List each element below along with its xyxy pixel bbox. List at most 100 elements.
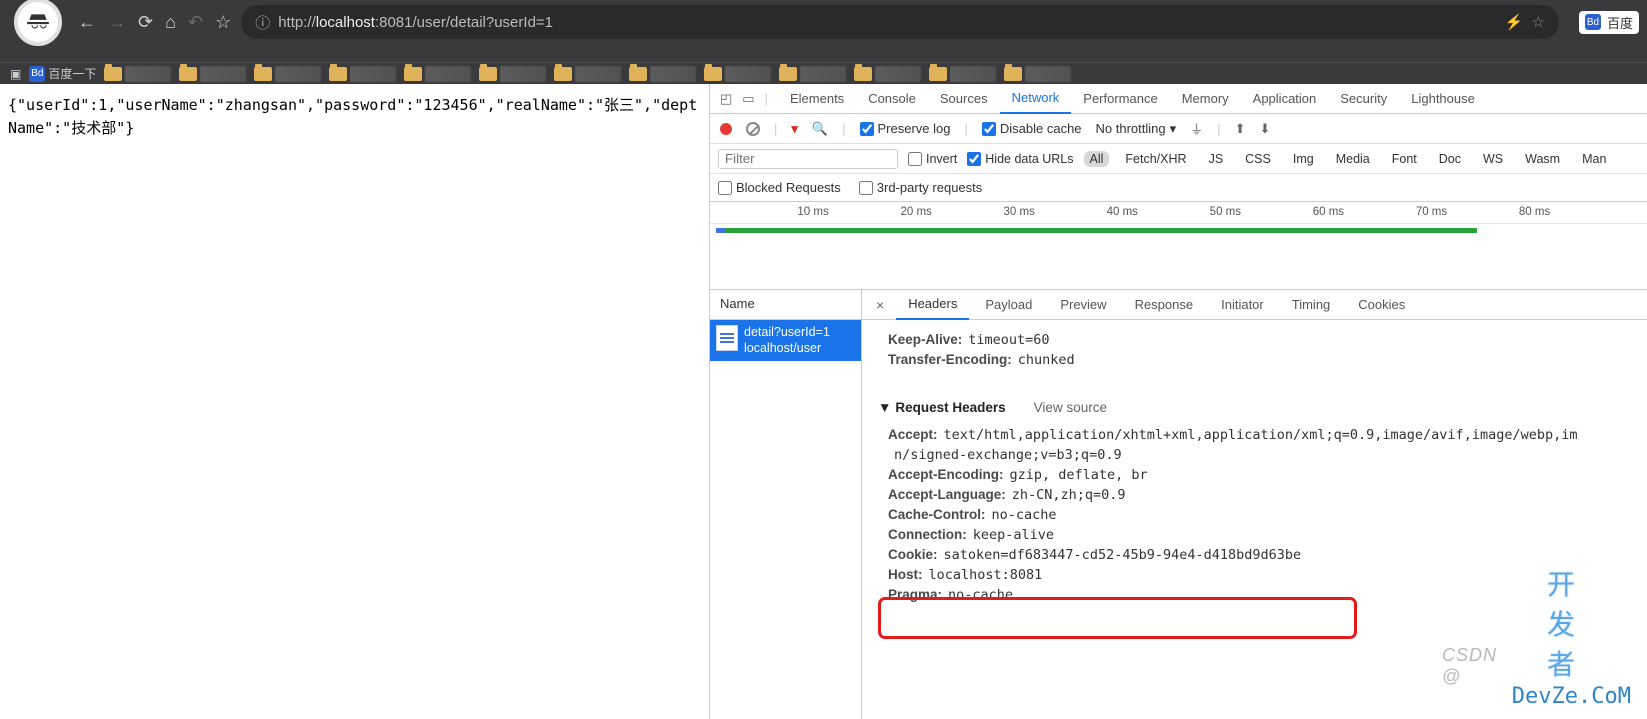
bookmark-star-icon[interactable]: ☆ — [215, 12, 231, 33]
search-icon[interactable]: 🔍 — [812, 121, 828, 137]
req-header-accept: Accept:text/html,application/xhtml+xml,a… — [888, 427, 1631, 443]
forward-button[interactable]: → — [108, 12, 126, 33]
search-engine-label: 百度 — [1607, 13, 1633, 32]
filter-type-ws[interactable]: WS — [1477, 151, 1509, 167]
waterfall-overview[interactable]: 10 ms 20 ms 30 ms 40 ms 50 ms 60 ms 70 m… — [710, 202, 1647, 290]
req-header-cookie: Cookie:satoken=df683447-cd52-45b9-94e4-d… — [888, 547, 1631, 563]
bookmark-folder-1[interactable] — [104, 66, 171, 82]
filter-toggle-icon[interactable]: ▾ — [791, 121, 798, 137]
reload-button[interactable]: ⟳ — [138, 12, 153, 33]
bookmark-folder-7[interactable] — [554, 66, 621, 82]
preserve-log-checkbox[interactable]: Preserve log — [860, 121, 951, 136]
filter-type-manifest[interactable]: Man — [1576, 151, 1612, 167]
url-input[interactable]: ⓘ http://localhost:8081/user/detail?user… — [241, 5, 1559, 39]
dtab-preview[interactable]: Preview — [1048, 297, 1118, 312]
star-outline-icon[interactable]: ☆ — [1532, 13, 1545, 31]
filter-type-wasm[interactable]: Wasm — [1519, 151, 1566, 167]
req-header-accept-cont: n/signed-exchange;v=b3;q=0.9 — [888, 447, 1631, 463]
main-content-row: {"userId":1,"userName":"zhangsan","passw… — [0, 84, 1647, 719]
dtab-payload[interactable]: Payload — [973, 297, 1044, 312]
tab-console[interactable]: Console — [856, 91, 928, 106]
bookmark-folder-4[interactable] — [329, 66, 396, 82]
folder-icon — [1004, 67, 1022, 81]
request-headers-section[interactable]: ▼ Request Headers — [878, 400, 1006, 415]
request-origin: localhost/user — [744, 341, 830, 357]
dtab-headers[interactable]: Headers — [896, 290, 969, 320]
record-button[interactable] — [720, 123, 732, 135]
close-details-button[interactable]: × — [868, 297, 892, 313]
devtools-panel: ◰ ▭ | Elements Console Sources Network P… — [709, 84, 1647, 719]
folder-icon — [704, 67, 722, 81]
dtab-timing[interactable]: Timing — [1280, 297, 1343, 312]
headers-body[interactable]: Keep-Alive:timeout=60 Transfer-Encoding:… — [862, 320, 1647, 719]
request-row-selected[interactable]: detail?userId=1localhost/user — [710, 320, 861, 361]
filter-type-all[interactable]: All — [1084, 151, 1110, 167]
profile-avatar[interactable] — [14, 0, 62, 46]
upload-icon[interactable]: ⬆ — [1235, 121, 1246, 137]
bookmark-folder-5[interactable] — [404, 66, 471, 82]
filter-type-js[interactable]: JS — [1203, 151, 1230, 167]
filter-type-css[interactable]: CSS — [1239, 151, 1277, 167]
filter-type-doc[interactable]: Doc — [1433, 151, 1467, 167]
flash-icon[interactable]: ⚡ — [1505, 13, 1524, 31]
tab-application[interactable]: Application — [1241, 91, 1329, 106]
site-info-icon[interactable]: ⓘ — [255, 12, 270, 33]
folder-icon — [104, 67, 122, 81]
search-engine-chip[interactable]: Bd 百度 — [1579, 11, 1639, 34]
browser-chrome: ← → ⟳ ⌂ ↶ ☆ ⓘ http://localhost:8081/user… — [0, 0, 1647, 62]
tab-performance[interactable]: Performance — [1071, 91, 1169, 106]
back-button[interactable]: ← — [78, 12, 96, 33]
wifi-icon[interactable]: ⏚ — [1190, 119, 1203, 138]
bookmark-folder-9[interactable] — [704, 66, 771, 82]
filter-input[interactable] — [718, 149, 898, 169]
bookmark-folder-8[interactable] — [629, 66, 696, 82]
tab-network[interactable]: Network — [1000, 84, 1072, 114]
dtab-response[interactable]: Response — [1123, 297, 1206, 312]
filter-type-media[interactable]: Media — [1330, 151, 1376, 167]
home-button[interactable]: ⌂ — [165, 12, 176, 33]
bookmark-folder-11[interactable] — [854, 66, 921, 82]
tab-security[interactable]: Security — [1328, 91, 1399, 106]
document-icon — [716, 325, 738, 351]
throttle-select[interactable]: No throttling ▾ — [1096, 121, 1177, 137]
tab-memory[interactable]: Memory — [1170, 91, 1241, 106]
network-filter-bar: Invert Hide data URLs All Fetch/XHR JS C… — [710, 144, 1647, 174]
bookmark-folder-12[interactable] — [929, 66, 996, 82]
dtab-initiator[interactable]: Initiator — [1209, 297, 1276, 312]
filter-type-font[interactable]: Font — [1386, 151, 1423, 167]
invert-checkbox[interactable]: Invert — [908, 152, 957, 166]
hide-data-urls-checkbox[interactable]: Hide data URLs — [967, 152, 1073, 166]
name-column-header[interactable]: Name — [710, 290, 861, 320]
blocked-requests-checkbox[interactable]: Blocked Requests — [718, 180, 841, 195]
bookmark-baidu[interactable]: Bd百度一下 — [29, 65, 96, 82]
filter-type-img[interactable]: Img — [1287, 151, 1320, 167]
dtab-cookies[interactable]: Cookies — [1346, 297, 1417, 312]
ruler-tick: 10 ms — [797, 206, 828, 218]
resp-header-te: Transfer-Encoding:chunked — [888, 352, 1631, 368]
page-response-body: {"userId":1,"userName":"zhangsan","passw… — [0, 84, 709, 719]
inspect-element-icon[interactable]: ◰ — [720, 91, 732, 107]
bookmark-folder-10[interactable] — [779, 66, 846, 82]
bookmark-folder-6[interactable] — [479, 66, 546, 82]
folder-icon — [254, 67, 272, 81]
network-toolbar: | ▾ 🔍 | Preserve log | Disable cache No … — [710, 114, 1647, 144]
device-toggle-icon[interactable]: ▭ — [742, 91, 754, 107]
thirdparty-checkbox[interactable]: 3rd-party requests — [859, 180, 983, 195]
download-icon[interactable]: ⬇ — [1259, 121, 1270, 137]
folder-icon — [779, 67, 797, 81]
tab-elements[interactable]: Elements — [778, 91, 856, 106]
filter-type-fetch[interactable]: Fetch/XHR — [1119, 151, 1192, 167]
bookmark-folder-2[interactable] — [179, 66, 246, 82]
request-name: detail?userId=1 — [744, 325, 830, 341]
req-header-accept-language: Accept-Language:zh-CN,zh;q=0.9 — [888, 487, 1631, 503]
disable-cache-checkbox[interactable]: Disable cache — [982, 121, 1082, 136]
undo-nav-button[interactable]: ↶ — [188, 12, 203, 33]
bookmark-folder-13[interactable] — [1004, 66, 1071, 82]
view-source-link[interactable]: View source — [1034, 400, 1107, 415]
tab-sources[interactable]: Sources — [928, 91, 1000, 106]
tab-lighthouse[interactable]: Lighthouse — [1399, 91, 1487, 106]
toggle-sidebar-icon[interactable]: ▣ — [10, 67, 21, 81]
clear-button[interactable] — [746, 122, 760, 136]
bookmark-folder-3[interactable] — [254, 66, 321, 82]
req-header-accept-encoding: Accept-Encoding:gzip, deflate, br — [888, 467, 1631, 483]
